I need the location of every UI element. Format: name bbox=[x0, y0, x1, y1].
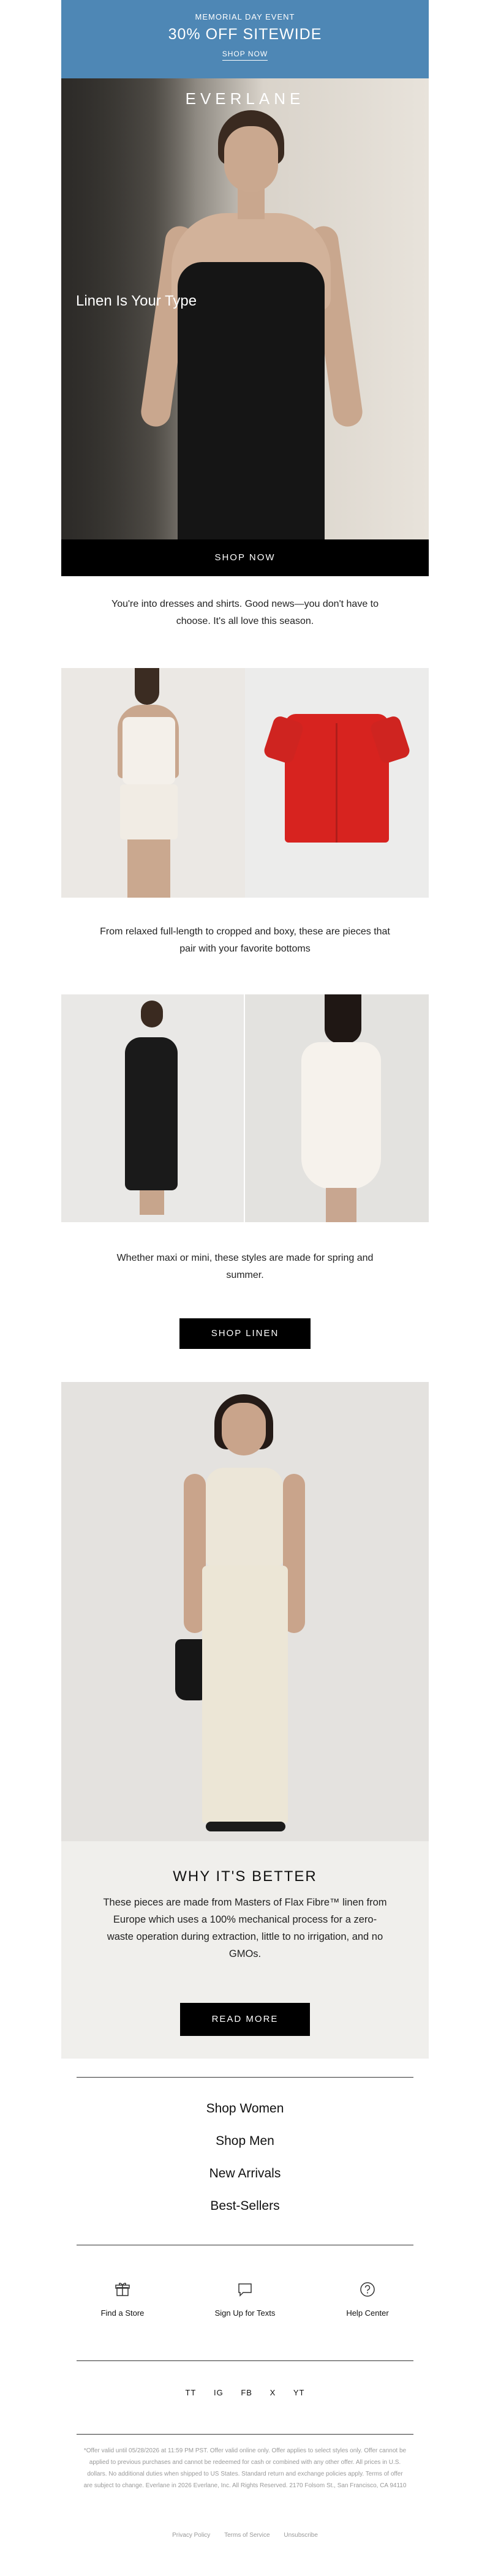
hero-black-dress bbox=[178, 262, 325, 539]
sign-up-texts-label: Sign Up for Texts bbox=[214, 2308, 276, 2318]
shop-linen-button[interactable]: SHOP LINEN bbox=[179, 1318, 311, 1349]
email-container: MEMORIAL DAY EVENT 30% OFF SITEWIDE SHOP… bbox=[61, 0, 429, 2539]
divider bbox=[77, 2077, 413, 2078]
why-title: WHY IT'S BETTER bbox=[173, 1868, 317, 1885]
why-its-better-section: WHY IT'S BETTER These pieces are made fr… bbox=[61, 1841, 429, 2059]
promo-banner[interactable]: MEMORIAL DAY EVENT 30% OFF SITEWIDE SHOP… bbox=[61, 0, 429, 78]
facebook-link[interactable]: FB bbox=[241, 2388, 252, 2397]
model-shoes bbox=[206, 1822, 285, 1831]
divider bbox=[77, 2360, 413, 2361]
social-links: TT IG FB X YT bbox=[61, 2388, 429, 2397]
help-center-link[interactable]: Help Center bbox=[306, 2281, 429, 2318]
hero-image[interactable]: EVERLANE Linen Is Your Type bbox=[61, 78, 429, 539]
nav-shop-women[interactable]: Shop Women bbox=[61, 2101, 429, 2116]
fine-print: *Offer valid until 05/28/2026 at 11:59 P… bbox=[83, 2447, 407, 2489]
tiktok-link[interactable]: TT bbox=[185, 2388, 196, 2397]
brand-logo[interactable]: EVERLANE bbox=[61, 89, 429, 108]
white-dress bbox=[301, 1042, 381, 1189]
promo-headline: 30% OFF SITEWIDE bbox=[168, 26, 322, 43]
x-link[interactable]: X bbox=[270, 2388, 276, 2397]
black-maxi-dress bbox=[125, 1037, 178, 1190]
model-hair bbox=[325, 994, 361, 1043]
product-image-vest[interactable] bbox=[61, 668, 245, 898]
text-block-2: From relaxed full-length to cropped and … bbox=[100, 926, 390, 954]
product-image-white-dress[interactable] bbox=[245, 994, 429, 1222]
gift-icon bbox=[115, 2283, 130, 2296]
linen-pants bbox=[202, 1566, 288, 1823]
nav-new-arrivals[interactable]: New Arrivals bbox=[61, 2166, 429, 2181]
white-tank-top bbox=[206, 1468, 283, 1566]
footer-links: Privacy Policy Terms of Service Unsubscr… bbox=[61, 2532, 429, 2539]
model-legs bbox=[127, 839, 170, 898]
white-shorts bbox=[120, 784, 178, 839]
promo-eyebrow: MEMORIAL DAY EVENT bbox=[195, 12, 295, 21]
nav-best-sellers[interactable]: Best-Sellers bbox=[61, 2199, 429, 2214]
model-head bbox=[135, 668, 159, 705]
red-shirt-placket bbox=[336, 723, 337, 843]
sign-up-texts-link[interactable]: Sign Up for Texts bbox=[184, 2281, 306, 2318]
text-block-3: Whether maxi or mini, these styles are m… bbox=[116, 1253, 374, 1280]
nav-shop-men[interactable]: Shop Men bbox=[61, 2134, 429, 2149]
find-a-store-link[interactable]: Find a Store bbox=[61, 2281, 184, 2318]
terms-of-service-link[interactable]: Terms of Service bbox=[224, 2532, 270, 2539]
chat-icon bbox=[238, 2283, 252, 2297]
model-legs bbox=[140, 1190, 164, 1215]
unsubscribe-link[interactable]: Unsubscribe bbox=[284, 2532, 318, 2539]
privacy-policy-link[interactable]: Privacy Policy bbox=[172, 2532, 210, 2539]
hero-tagline: Linen Is Your Type bbox=[76, 293, 197, 309]
hero-model-face bbox=[224, 126, 278, 192]
question-icon bbox=[360, 2282, 375, 2297]
help-center-label: Help Center bbox=[346, 2308, 389, 2318]
model-head bbox=[141, 1001, 163, 1027]
model-face bbox=[222, 1403, 266, 1455]
promo-shop-now-link[interactable]: SHOP NOW bbox=[222, 50, 268, 61]
find-a-store-label: Find a Store bbox=[100, 2308, 145, 2318]
why-body: These pieces are made from Masters of Fl… bbox=[103, 1897, 387, 1959]
divider bbox=[77, 2434, 413, 2435]
product-image-red-shirt[interactable] bbox=[245, 668, 429, 898]
read-more-button[interactable]: READ MORE bbox=[180, 2003, 310, 2036]
white-vest bbox=[123, 717, 175, 784]
model-legs bbox=[326, 1188, 356, 1222]
instagram-link[interactable]: IG bbox=[214, 2388, 224, 2397]
product-image-linen-pants[interactable] bbox=[61, 1382, 429, 1841]
youtube-link[interactable]: YT bbox=[293, 2388, 305, 2397]
hero-shop-now-button[interactable]: SHOP NOW bbox=[61, 539, 429, 576]
intro-text: You're into dresses and shirts. Good new… bbox=[111, 599, 379, 626]
product-image-black-maxi[interactable] bbox=[61, 994, 244, 1222]
